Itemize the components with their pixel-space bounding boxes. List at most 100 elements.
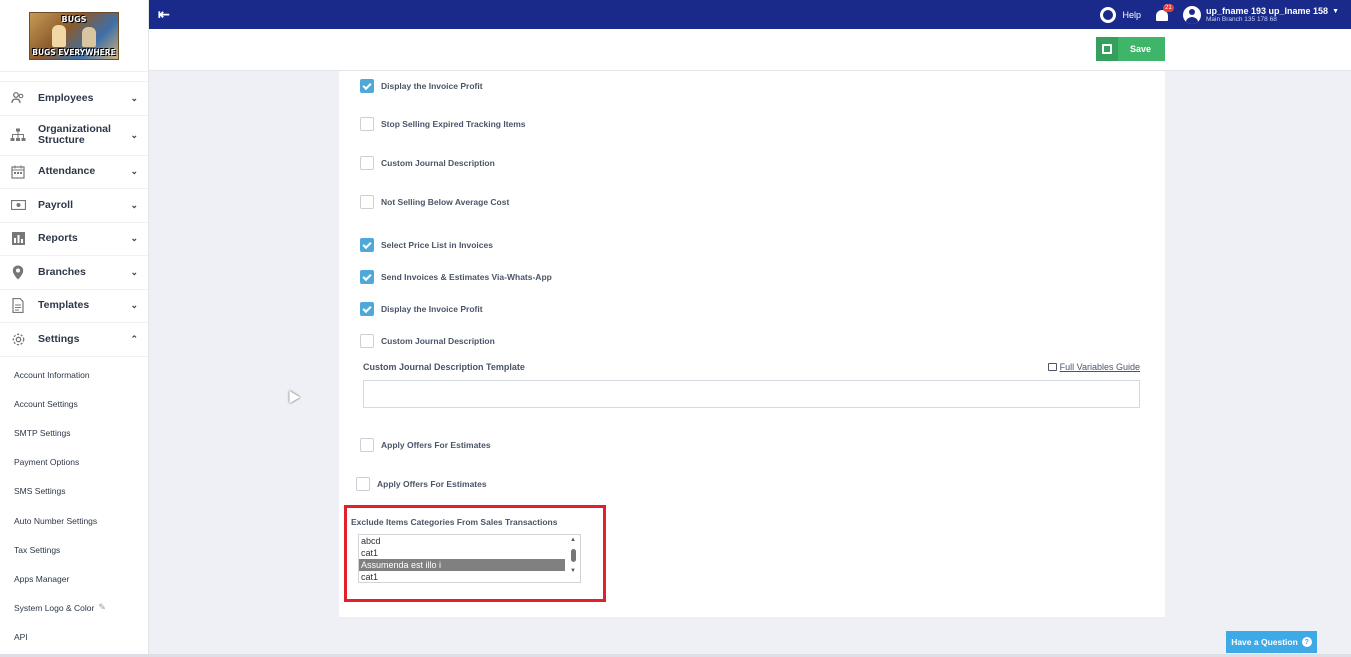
sidebar-item-reports[interactable]: Reports ⌄ <box>0 223 148 256</box>
checkbox[interactable] <box>360 117 374 131</box>
checkbox-label: Apply Offers For Estimates <box>377 479 487 489</box>
submenu-item-system-logo-color[interactable]: System Logo & Color ✎ <box>0 593 148 622</box>
checkbox-custom-journal-description-2[interactable]: Custom Journal Description <box>360 334 495 348</box>
save-label: Save <box>1130 44 1152 54</box>
user-branch: Main Branch 135 178 68 <box>1206 16 1277 23</box>
submenu-item-apps-manager[interactable]: Apps Manager <box>0 564 148 593</box>
location-pin-icon <box>10 264 26 280</box>
checkbox-label: Not Selling Below Average Cost <box>381 197 510 207</box>
sidebar-item-label: Attendance <box>38 165 96 178</box>
submenu-item-account-settings[interactable]: Account Settings <box>0 390 148 419</box>
checkbox[interactable] <box>360 79 374 93</box>
sidebar-item-templates[interactable]: Templates ⌄ <box>0 290 148 323</box>
checkbox-send-invoices-whatsapp[interactable]: Send Invoices & Estimates Via-Whats-App <box>360 270 552 284</box>
gear-icon <box>10 331 26 347</box>
checkbox-apply-offers-estimates-2[interactable]: Apply Offers For Estimates <box>356 477 487 491</box>
have-a-question-button[interactable]: Have a Question ? <box>1226 631 1317 653</box>
chevron-down-icon: ⌄ <box>130 92 138 103</box>
sidebar-item-label: Templates <box>38 299 90 312</box>
checkbox-stop-selling-expired[interactable]: Stop Selling Expired Tracking Items <box>360 117 526 131</box>
full-variables-guide-link[interactable]: Full Variables Guide <box>1047 362 1140 372</box>
listbox-option[interactable]: cat1 <box>359 571 565 582</box>
floppy-disk-icon <box>1096 37 1118 61</box>
listbox-option-selected[interactable]: Assumenda est illo i <box>359 559 565 571</box>
users-icon <box>10 90 26 106</box>
notification-count-badge: 21 <box>1163 3 1174 12</box>
checkbox-label: Display the Invoice Profit <box>381 304 483 314</box>
checkbox[interactable] <box>360 334 374 348</box>
checkbox[interactable] <box>360 195 374 209</box>
submenu-item-api[interactable]: API <box>0 622 148 651</box>
document-icon <box>10 298 26 314</box>
scroll-up-arrow-icon[interactable]: ▲ <box>570 535 576 545</box>
checkbox-apply-offers-estimates[interactable]: Apply Offers For Estimates <box>360 438 491 452</box>
checkbox-custom-journal-description[interactable]: Custom Journal Description <box>360 156 495 170</box>
checkbox-select-price-list[interactable]: Select Price List in Invoices <box>360 238 493 252</box>
scroll-down-arrow-icon[interactable]: ▼ <box>570 566 576 576</box>
money-icon <box>10 197 26 213</box>
notifications-button[interactable]: 21 <box>1155 3 1174 22</box>
listbox-option[interactable]: abcd <box>359 535 565 547</box>
help-link[interactable]: Help <box>1100 6 1141 23</box>
sidebar-item-employees[interactable]: Employees ⌄ <box>0 82 148 116</box>
submenu-item-label: System Logo & Color <box>14 602 95 613</box>
mouse-cursor-icon <box>284 387 300 404</box>
caret-down-icon: ▼ <box>1332 7 1339 15</box>
sidebar-item-organizational-structure[interactable]: Organizational Structure ⌄ <box>0 116 148 156</box>
submenu-item-account-information[interactable]: Account Information <box>0 361 148 390</box>
listbox-option[interactable]: cat1 <box>359 547 565 559</box>
chevron-down-icon: ⌄ <box>130 129 138 140</box>
user-avatar-icon <box>1183 5 1201 24</box>
sidebar-item-attendance[interactable]: Attendance ⌄ <box>0 156 148 189</box>
checkbox-display-invoice-profit[interactable]: Display the Invoice Profit <box>360 79 483 93</box>
chevron-down-icon: ⌄ <box>130 266 138 277</box>
save-button[interactable]: Save <box>1096 37 1165 61</box>
full-variables-guide-label: Full Variables Guide <box>1059 362 1140 372</box>
have-a-question-label: Have a Question <box>1231 637 1298 647</box>
user-menu[interactable]: up_fname 193 up_lname 158 Main Branch 13… <box>1183 5 1339 24</box>
submenu-item-smtp-settings[interactable]: SMTP Settings <box>0 419 148 448</box>
sidebar-item-label: Branches <box>38 265 86 278</box>
sidebar-item-settings[interactable]: Settings ⌃ <box>0 323 148 357</box>
checkbox-label: Stop Selling Expired Tracking Items <box>381 119 526 129</box>
submenu-item-tax-settings[interactable]: Tax Settings <box>0 535 148 564</box>
checkbox[interactable] <box>356 477 370 491</box>
collapse-sidebar-icon[interactable]: ⇤ <box>158 6 170 23</box>
listbox-scrollbar[interactable]: ▲ ▼ <box>566 535 580 582</box>
edit-icon <box>1047 363 1057 371</box>
checkbox[interactable] <box>360 302 374 316</box>
submenu-item-payment-options[interactable]: Payment Options <box>0 448 148 477</box>
calendar-icon <box>10 164 26 180</box>
bar-chart-icon <box>10 231 26 247</box>
checkbox-not-selling-below-average-cost[interactable]: Not Selling Below Average Cost <box>360 195 509 209</box>
paint-brush-icon: ✎ <box>98 602 106 613</box>
checkbox-label: Display the Invoice Profit <box>381 81 483 91</box>
org-chart-icon <box>10 127 26 143</box>
checkbox-label: Custom Journal Description <box>381 158 495 168</box>
question-mark-icon: ? <box>1301 637 1312 647</box>
sidebar-item-branches[interactable]: Branches ⌄ <box>0 256 148 290</box>
checkbox[interactable] <box>360 270 374 284</box>
user-name: up_fname 193 up_lname 158 <box>1206 6 1329 16</box>
checkbox-label: Send Invoices & Estimates Via-Whats-App <box>381 272 552 282</box>
company-logo[interactable]: BUGS BUGS EVERYWHERE <box>29 11 119 60</box>
checkbox[interactable] <box>360 238 374 252</box>
exclude-categories-multiselect[interactable]: abcd cat1 Assumenda est illo i cat1 ▲ ▼ <box>358 534 581 583</box>
custom-journal-template-input[interactable] <box>363 380 1140 408</box>
submenu-item-sms-settings[interactable]: SMS Settings <box>0 477 148 506</box>
chevron-down-icon: ⌄ <box>130 166 138 177</box>
chevron-down-icon: ⌄ <box>130 300 138 311</box>
sidebar-item-label: Reports <box>38 232 78 245</box>
checkbox[interactable] <box>360 156 374 170</box>
topbar-right: Help 21 up_fname 193 up_lname 158 Main B… <box>1100 3 1351 24</box>
checkbox[interactable] <box>360 438 374 452</box>
sidebar-item-payroll[interactable]: Payroll ⌄ <box>0 189 148 223</box>
submenu-item-auto-number-settings[interactable]: Auto Number Settings <box>0 506 148 535</box>
sidebar-item-label: Settings <box>38 332 80 345</box>
sidebar-item-label: Organizational Structure <box>38 123 111 146</box>
logo-top-text: BUGS <box>61 14 87 24</box>
logo-area: BUGS BUGS EVERYWHERE <box>0 0 148 72</box>
settings-panel: Display the Invoice Profit Stop Selling … <box>339 71 1165 617</box>
checkbox-display-invoice-profit-2[interactable]: Display the Invoice Profit <box>360 302 483 316</box>
scrollbar-thumb[interactable] <box>570 549 576 562</box>
